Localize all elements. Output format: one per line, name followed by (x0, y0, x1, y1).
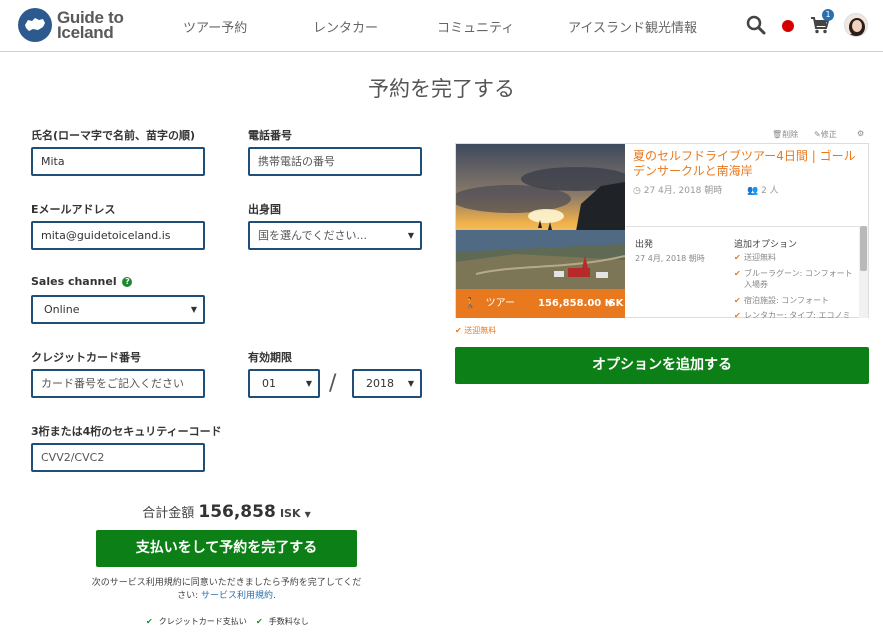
dropdown-caret-icon: ▼ (305, 379, 312, 388)
page-title: 予約を完了する (368, 77, 515, 101)
card-divider (626, 226, 861, 227)
cart-edit[interactable]: ✎修正 (814, 129, 837, 140)
card-number-input[interactable]: カード番号をご記入ください (31, 369, 205, 398)
cart-count-badge: 1 (822, 9, 834, 21)
email-input[interactable]: mita@guidetoiceland.is (31, 221, 205, 250)
departure-value: 27 4月, 2018 朝時 (635, 254, 705, 263)
option-text: レンタカー: タイプ: エコノミー (744, 311, 851, 318)
phone-label: 電話番号 (248, 129, 292, 142)
trust-no-fee: ✔ 手数料なし (256, 616, 309, 627)
total-currency: ISK (279, 507, 301, 520)
terms-period: . (273, 591, 276, 601)
hiker-icon: 🚶 (464, 298, 477, 309)
tour-people-text: 2 人 (761, 186, 779, 196)
country-label: 出身国 (248, 203, 281, 216)
phone-input[interactable]: 携帯電話の番号 (248, 147, 422, 176)
cart-item-card: 🚶 ツアー 156,858.00 ISK ▼ 夏のセルフドライブツアー4日間 |… (455, 143, 869, 318)
trust-credit-card-text: クレジットカード支払い (158, 617, 247, 626)
card-scrollbar-thumb[interactable] (860, 226, 867, 271)
expiry-year-value: 2018 (366, 377, 394, 390)
tour-people: 👥 2 人 (747, 183, 779, 196)
expiry-month-select[interactable]: 01 ▼ (248, 369, 320, 398)
dropdown-caret-icon: ▼ (407, 379, 414, 388)
name-label: 氏名(ローマ字で名前、苗字の順) (31, 129, 196, 142)
country-select[interactable]: 国を選んでください... ▼ (248, 221, 422, 250)
terms-notice: 次のサービス利用規約に同意いただきましたら予約を完了してください: サービス利用… (90, 577, 363, 603)
trust-credit-card: ✔ クレジットカード支払い (146, 616, 247, 627)
tour-price-bar: 🚶 ツアー 156,858.00 ISK ▼ (456, 289, 625, 318)
total-value: 156,858 (198, 502, 276, 522)
check-icon: ✔ (256, 617, 263, 626)
sales-channel-value: Online (44, 303, 80, 316)
check-icon: ✔ (734, 311, 741, 318)
sales-channel-select[interactable]: Online ▼ (31, 295, 205, 324)
currency-caret-icon[interactable]: ▼ (305, 510, 311, 519)
dropdown-caret-icon: ▼ (190, 305, 197, 314)
tour-date: ◷ 27 4月, 2018 朝時 (633, 183, 722, 196)
option-item: ✔ 宿泊施設: コンフォート (734, 295, 854, 306)
cvv-label: 3桁または4桁のセキュリティーコード (31, 425, 222, 438)
cvv-input[interactable]: CVV2/CVC2 (31, 443, 205, 472)
clock-icon: ◷ (633, 186, 641, 196)
tour-date-text: 27 4月, 2018 朝時 (643, 186, 723, 196)
expiry-year-select[interactable]: 2018 ▼ (352, 369, 422, 398)
option-item: ✔ 送迎無料 (734, 252, 854, 263)
free-shipping-text: 送迎無料 (464, 326, 497, 335)
check-icon: ✔ (734, 253, 741, 262)
expiry-separator: / (329, 371, 337, 396)
sales-channel-label: Sales channel ? (31, 275, 133, 288)
total-label: 合計金額 (142, 506, 195, 521)
option-item: ✔ ブルーラグーン: コンフォート入場券 (734, 268, 854, 290)
japan-flag-icon[interactable] (782, 20, 794, 32)
option-text: 送迎無料 (744, 253, 776, 262)
country-select-value: 国を選んでください... (258, 229, 367, 242)
nav-tours[interactable]: ツアー予約 (183, 17, 247, 36)
nav-car-rental[interactable]: レンタカー (313, 17, 378, 36)
total-amount[interactable]: 合計金額 156,858 ISK ▼ (96, 502, 357, 522)
check-icon: ✔ (734, 269, 741, 278)
logo-text: Guide to Iceland (57, 9, 124, 42)
cart-edit-label: 修正 (820, 130, 837, 139)
top-header: Guide to Iceland ツアー予約 レンタカー コミュニティ アイスラ… (0, 0, 883, 52)
check-icon: ✔ (455, 326, 462, 335)
check-icon: ✔ (146, 617, 153, 626)
tour-image (456, 144, 625, 289)
sales-channel-label-text: Sales channel (31, 275, 117, 288)
complete-booking-button[interactable]: 支払いをして予約を完了する (96, 530, 357, 567)
price-caret-icon[interactable]: ▼ (607, 289, 613, 318)
nav-travel-info[interactable]: アイスランド観光情報 (568, 17, 697, 36)
tour-title[interactable]: 夏のセルフドライブツアー4日間 | ゴールデンサークルと南海岸 (633, 149, 863, 179)
option-text: ブルーラグーン: コンフォート入場券 (744, 269, 853, 289)
user-avatar[interactable] (844, 13, 868, 37)
name-input[interactable]: Mita (31, 147, 205, 176)
search-icon[interactable] (746, 15, 766, 39)
gear-icon[interactable]: ⚙ (857, 129, 864, 138)
trust-no-fee-text: 手数料なし (268, 617, 309, 626)
cart-delete[interactable]: 🗑削除 (772, 129, 798, 140)
trash-icon: 🗑 (772, 130, 783, 139)
people-icon: 👥 (747, 186, 759, 196)
dropdown-caret-icon: ▼ (407, 231, 414, 240)
nav-community[interactable]: コミュニティ (437, 17, 514, 36)
tour-type: ツアー (485, 298, 516, 309)
help-icon[interactable]: ? (122, 277, 133, 287)
cart-delete-label: 削除 (782, 130, 799, 139)
option-item: ✔レンタカー: タイプ: エコノミー (734, 310, 854, 318)
free-shipping-note: ✔ 送迎無料 (455, 325, 496, 336)
iceland-logo-icon (18, 8, 52, 42)
email-label: Eメールアドレス (31, 203, 116, 216)
pencil-icon: ✎ (814, 130, 821, 139)
site-logo[interactable]: Guide to Iceland (18, 8, 124, 42)
expiry-month-value: 01 (262, 377, 276, 390)
check-icon: ✔ (734, 296, 741, 305)
add-options-button[interactable]: オプションを追加する (455, 347, 869, 384)
terms-link[interactable]: サービス利用規約 (201, 591, 273, 601)
departure-label: 出発 (635, 240, 654, 250)
card-number-label: クレジットカード番号 (31, 351, 141, 364)
option-text: 宿泊施設: コンフォート (744, 296, 829, 305)
options-label: 追加オプション (734, 240, 798, 250)
expiry-label: 有効期限 (248, 351, 292, 364)
logo-line-2: Iceland (57, 23, 114, 42)
